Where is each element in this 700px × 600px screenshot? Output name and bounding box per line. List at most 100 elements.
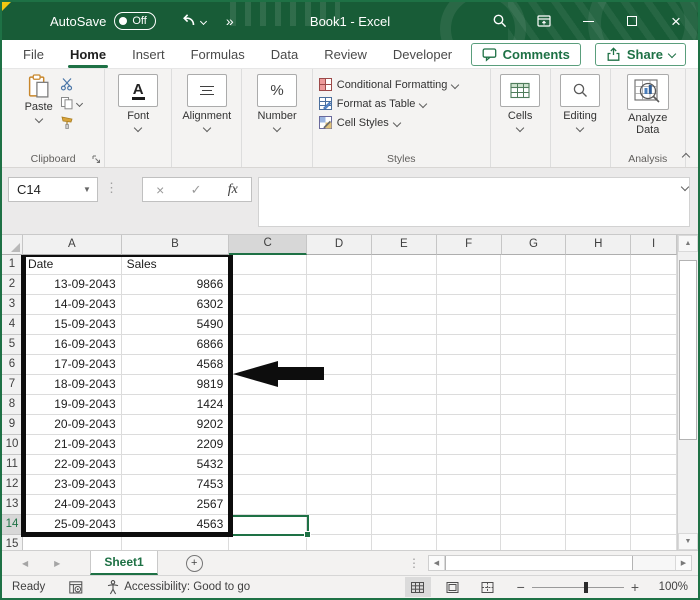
cell-I9[interactable] (631, 415, 677, 435)
tab-file[interactable]: File (10, 40, 57, 68)
cell-E7[interactable] (371, 375, 437, 395)
column-header-I[interactable]: I (631, 235, 677, 255)
cell-F8[interactable] (436, 395, 502, 415)
cell-C10[interactable] (229, 435, 308, 455)
cell-F15[interactable] (437, 535, 502, 550)
cell-F4[interactable] (436, 315, 502, 335)
cell-A5[interactable]: 16-09-2043 (22, 335, 122, 355)
cut-button[interactable] (60, 76, 82, 92)
scroll-down-icon[interactable]: ▼ (678, 533, 698, 550)
cell-G14[interactable] (501, 515, 567, 535)
cell-A8[interactable]: 19-09-2043 (22, 395, 122, 415)
zoom-out-button[interactable]: − (517, 579, 525, 595)
cell-H11[interactable] (566, 455, 632, 475)
cell-C2[interactable] (229, 275, 308, 295)
cell-F13[interactable] (436, 495, 502, 515)
undo-dropdown-icon[interactable] (199, 17, 207, 25)
cell-G15[interactable] (501, 535, 567, 550)
cell-B9[interactable]: 9202 (121, 415, 230, 435)
cell-H6[interactable] (566, 355, 632, 375)
cell-F1[interactable] (436, 255, 502, 275)
cell-H2[interactable] (566, 275, 632, 295)
cell-G5[interactable] (501, 335, 567, 355)
name-box[interactable]: C14 ▼ (8, 177, 98, 202)
horizontal-scroll-thumb[interactable] (445, 556, 633, 570)
cell-B12[interactable]: 7453 (121, 475, 230, 495)
cell-E13[interactable] (371, 495, 437, 515)
cell-E8[interactable] (371, 395, 437, 415)
cell-B13[interactable]: 2567 (121, 495, 230, 515)
cell-A13[interactable]: 24-09-2043 (22, 495, 122, 515)
column-header-H[interactable]: H (566, 235, 632, 255)
cell-G7[interactable] (501, 375, 567, 395)
name-box-dropdown-icon[interactable]: ▼ (77, 185, 97, 194)
cell-A10[interactable]: 21-09-2043 (22, 435, 122, 455)
normal-view-button[interactable] (404, 577, 431, 597)
format-as-table-button[interactable]: Format as Table (318, 94, 428, 113)
scroll-up-icon[interactable]: ▲ (678, 235, 698, 252)
cell-F3[interactable] (436, 295, 502, 315)
row-header-4[interactable]: 4 (2, 315, 23, 335)
cell-B2[interactable]: 9866 (121, 275, 230, 295)
cell-D9[interactable] (307, 415, 372, 435)
row-header-14[interactable]: 14 (2, 515, 23, 535)
select-all-button[interactable] (2, 235, 23, 255)
share-button[interactable]: Share (594, 42, 686, 66)
tab-home[interactable]: Home (57, 40, 119, 68)
cell-D12[interactable] (307, 475, 372, 495)
cell-E4[interactable] (371, 315, 437, 335)
cell-A7[interactable]: 18-09-2043 (22, 375, 122, 395)
cell-B5[interactable]: 6866 (121, 335, 230, 355)
row-header-8[interactable]: 8 (2, 395, 23, 415)
maximize-button[interactable] (610, 2, 654, 40)
share-dropdown-icon[interactable] (667, 49, 677, 59)
cell-C15[interactable] (229, 535, 308, 550)
number-button[interactable]: % Number (257, 74, 298, 133)
clipboard-dialog-launcher-icon[interactable] (92, 155, 101, 164)
zoom-level[interactable]: 100% (648, 581, 688, 593)
tab-data[interactable]: Data (258, 40, 311, 68)
tab-formulas[interactable]: Formulas (178, 40, 258, 68)
cell-I7[interactable] (631, 375, 677, 395)
cell-B1[interactable]: Sales (121, 255, 230, 275)
cell-E3[interactable] (371, 295, 437, 315)
cell-E1[interactable] (371, 255, 437, 275)
cell-I15[interactable] (631, 535, 677, 550)
cell-E12[interactable] (371, 475, 437, 495)
sheet-tab-sheet1[interactable]: Sheet1 (90, 551, 158, 575)
alignment-button[interactable]: Alignment (182, 74, 231, 133)
row-header-3[interactable]: 3 (2, 295, 23, 315)
cell-G2[interactable] (501, 275, 567, 295)
cell-G6[interactable] (501, 355, 567, 375)
cell-C3[interactable] (229, 295, 308, 315)
cell-E5[interactable] (371, 335, 437, 355)
row-header-7[interactable]: 7 (2, 375, 23, 395)
cell-D2[interactable] (307, 275, 372, 295)
cell-D14[interactable] (307, 515, 372, 535)
enter-icon[interactable]: ✓ (191, 182, 202, 198)
cell-D3[interactable] (307, 295, 372, 315)
paste-button[interactable]: Paste (25, 74, 53, 130)
cell-H4[interactable] (566, 315, 632, 335)
cell-A2[interactable]: 13-09-2043 (22, 275, 122, 295)
autosave-toggle[interactable]: Off (114, 12, 156, 30)
cell-G9[interactable] (501, 415, 567, 435)
column-header-G[interactable]: G (501, 235, 567, 255)
cell-A4[interactable]: 15-09-2043 (22, 315, 122, 335)
cell-G1[interactable] (501, 255, 567, 275)
cell-C14[interactable] (229, 515, 308, 535)
cell-G4[interactable] (501, 315, 567, 335)
analyze-data-button[interactable]: Analyze Data (623, 74, 673, 136)
cell-G13[interactable] (501, 495, 567, 515)
cell-C12[interactable] (229, 475, 308, 495)
comments-button[interactable]: Comments (470, 42, 581, 66)
horizontal-scrollbar[interactable]: ◀ ▶ (428, 555, 692, 571)
cell-H14[interactable] (566, 515, 632, 535)
cells-button[interactable]: Cells (500, 74, 541, 133)
cell-B11[interactable]: 5432 (121, 455, 230, 475)
cell-H15[interactable] (566, 535, 632, 550)
cell-H13[interactable] (566, 495, 632, 515)
cell-F9[interactable] (436, 415, 502, 435)
cell-F5[interactable] (436, 335, 502, 355)
cell-B4[interactable]: 5490 (121, 315, 230, 335)
